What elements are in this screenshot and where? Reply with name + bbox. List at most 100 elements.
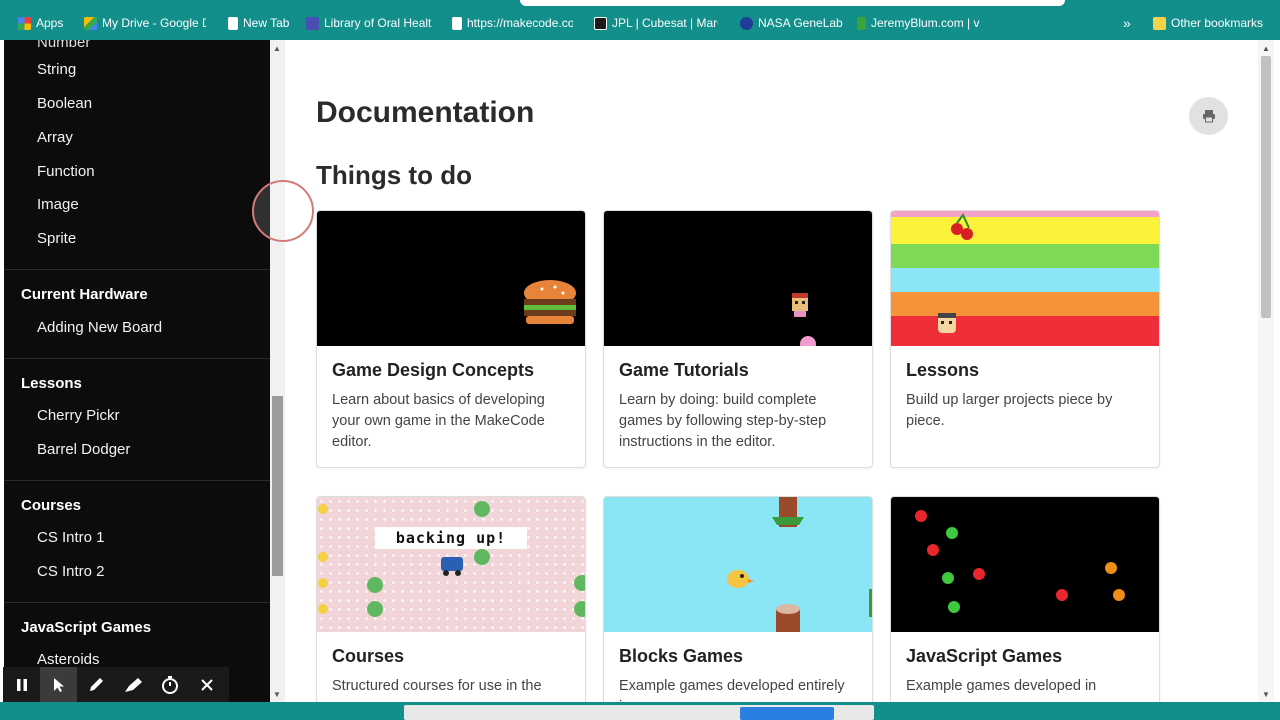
card-blocks-games[interactable]: Blocks Games Example games developed ent…: [603, 496, 873, 716]
library-icon: [306, 16, 319, 30]
address-bar-edge: [520, 0, 1065, 6]
page-icon: [228, 16, 238, 30]
pointer-tool-button[interactable]: [40, 667, 77, 703]
bookmark-jeremyblum[interactable]: JeremyBlum.com | v: [857, 14, 983, 32]
bookmark-apps[interactable]: Apps: [18, 14, 63, 32]
main-scroll-thumb[interactable]: [1261, 56, 1271, 318]
card-title: Game Tutorials: [619, 360, 749, 380]
card-title: Lessons: [906, 360, 980, 380]
pause-icon: [16, 679, 27, 691]
speech-bubble: backing up!: [375, 527, 527, 549]
bookmark-jpl-cubesat[interactable]: JPL | Cubesat | MarC: [594, 14, 718, 32]
jpl-icon: [594, 16, 607, 30]
card-title: JavaScript Games: [906, 646, 1063, 666]
sidebar-scrollbar[interactable]: ▲ ▼: [270, 40, 285, 702]
bookmark-new-tab[interactable]: New Tab: [228, 14, 289, 32]
card-javascript-games[interactable]: JavaScript Games Example games developed…: [890, 496, 1160, 716]
card-thumbnail: backing up!: [317, 497, 585, 632]
google-drive-icon: [84, 16, 97, 30]
pen-tool-button[interactable]: [77, 667, 114, 703]
sidebar-section-lessons[interactable]: Lessons: [21, 375, 82, 392]
main-scrollbar[interactable]: ▲ ▼: [1258, 40, 1274, 702]
sidebar-item-barrel-dodger[interactable]: Barrel Dodger: [37, 441, 130, 458]
sidebar-scroll-thumb[interactable]: [272, 396, 283, 576]
sidebar-divider: [4, 480, 270, 481]
bookmark-my-drive[interactable]: My Drive - Google D: [84, 14, 206, 32]
card-title: Courses: [332, 646, 405, 666]
cursor-highlight-ring: [252, 180, 314, 242]
print-icon: [1202, 110, 1215, 123]
sidebar-section-javascript-games[interactable]: JavaScript Games: [21, 619, 151, 636]
card-description: Learn by doing: build complete games by …: [619, 392, 827, 450]
apps-grid-icon: [18, 16, 31, 30]
card-thumbnail: [317, 211, 585, 346]
bookmarks-bar: Apps My Drive - Google D New Tab Library…: [0, 0, 1280, 40]
sidebar-item-sprite[interactable]: Sprite: [37, 230, 76, 247]
sidebar-divider: [4, 602, 270, 603]
taskbar: [0, 702, 1280, 720]
sidebar-item-cs-intro-1[interactable]: CS Intro 1: [37, 529, 105, 546]
close-icon: [200, 679, 213, 691]
sidebar-item-adding-new-board[interactable]: Adding New Board: [37, 319, 162, 336]
sidebar-item-number[interactable]: Number: [37, 40, 90, 51]
sidebar-divider: [4, 269, 270, 270]
tree-sprites-icon: [318, 501, 585, 617]
docs-sidebar: Number String Boolean Array Function Ima…: [4, 40, 270, 702]
sidebar-item-cs-intro-2[interactable]: CS Intro 2: [37, 563, 105, 580]
card-game-design-concepts[interactable]: Game Design Concepts Learn about basics …: [316, 210, 586, 468]
page-icon: [452, 16, 462, 30]
timer-icon: [161, 676, 178, 694]
sidebar-item-asteroids[interactable]: Asteroids: [37, 651, 100, 668]
scroll-down-arrow-icon[interactable]: ▼: [273, 690, 281, 699]
bookmark-nasa-genelab[interactable]: NASA GeneLab: [740, 14, 843, 32]
bookmarks-overflow-button[interactable]: »: [1123, 14, 1131, 32]
cherry-sprite-icon: [938, 213, 973, 333]
stop-sharing-button[interactable]: [740, 707, 834, 720]
sidebar-item-image[interactable]: Image: [37, 196, 79, 213]
sidebar-section-courses[interactable]: Courses: [21, 497, 81, 514]
card-description: Structured courses for use in the: [332, 678, 542, 694]
scroll-up-arrow-icon[interactable]: ▲: [273, 44, 281, 53]
bookmark-library-oral-health[interactable]: Library of Oral Healt: [306, 14, 436, 32]
sidebar-item-string[interactable]: String: [37, 61, 76, 78]
card-thumbnail: [891, 211, 1159, 346]
card-title: Game Design Concepts: [332, 360, 535, 380]
card-thumbnail: [891, 497, 1159, 632]
card-courses[interactable]: backing up! Courses Structured courses f…: [316, 496, 586, 716]
sidebar-item-boolean[interactable]: Boolean: [37, 95, 92, 112]
flappy-duck-sprite-icon: [727, 497, 872, 632]
print-button[interactable]: [1189, 97, 1228, 135]
sidebar-item-cherry-pickr[interactable]: Cherry Pickr: [37, 407, 120, 424]
pause-recording-button[interactable]: [3, 667, 40, 703]
sidebar-item-array[interactable]: Array: [37, 129, 73, 146]
jb-icon: [857, 16, 866, 30]
highlighter-icon: [124, 678, 142, 692]
pen-icon: [89, 678, 103, 691]
card-thumbnail: [604, 497, 872, 632]
bookmark-makecode[interactable]: https://makecode.co: [452, 14, 573, 32]
card-game-tutorials[interactable]: Game Tutorials Learn by doing: build com…: [603, 210, 873, 468]
highlighter-tool-button[interactable]: [114, 667, 151, 703]
page-title: Documentation: [316, 96, 535, 129]
sidebar-section-current-hardware[interactable]: Current Hardware: [21, 286, 148, 303]
scroll-up-arrow-icon[interactable]: ▲: [1262, 44, 1270, 53]
sidebar-item-function[interactable]: Function: [37, 163, 95, 180]
card-thumbnail: [604, 211, 872, 346]
nasa-icon: [740, 16, 753, 30]
scroll-down-arrow-icon[interactable]: ▼: [1262, 690, 1270, 699]
timer-button[interactable]: [151, 667, 188, 703]
screen-recorder-toolbar: [3, 667, 229, 703]
pointer-icon: [53, 678, 64, 692]
other-bookmarks-folder[interactable]: Other bookmarks: [1153, 14, 1263, 32]
card-description: Learn about basics of developing your ow…: [332, 392, 545, 450]
card-description: Build up larger projects piece by piece.: [906, 392, 1113, 429]
section-title: Things to do: [316, 160, 472, 190]
sidebar-divider: [4, 358, 270, 359]
close-toolbar-button[interactable]: [188, 667, 225, 703]
card-description: Example games developed in: [906, 678, 1097, 694]
card-lessons[interactable]: Lessons Build up larger projects piece b…: [890, 210, 1160, 468]
folder-icon: [1153, 16, 1166, 30]
card-title: Blocks Games: [619, 646, 744, 666]
character-sprite-icon: [792, 293, 816, 346]
burger-sprite-icon: [524, 280, 576, 324]
